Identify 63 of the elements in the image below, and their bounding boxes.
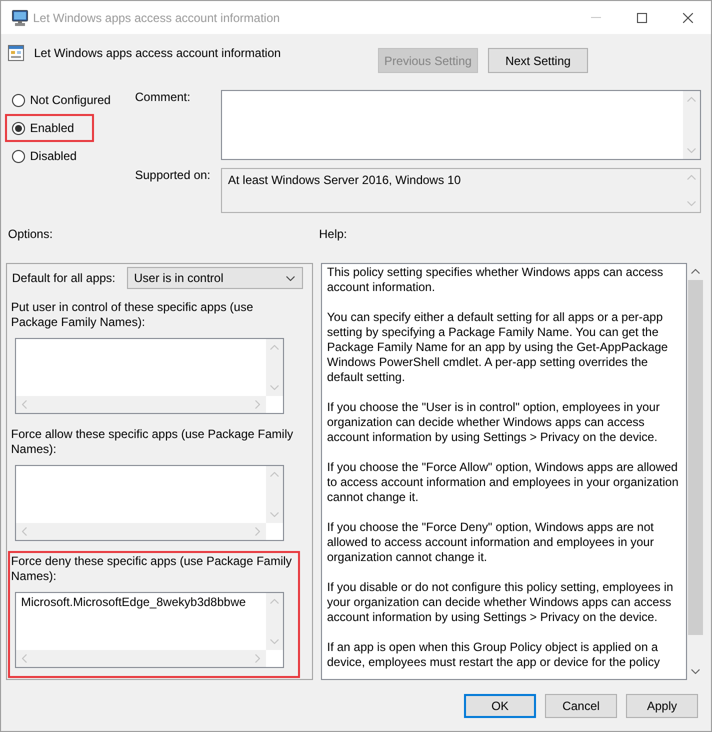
help-paragraph: If you disable or do not configure this policy setting, employees in your organization can decide whether Windows apps can access account information by using Settings > Privacy on the device. bbox=[327, 580, 674, 625]
scroll-down-icon bbox=[270, 512, 279, 517]
scroll-up-icon bbox=[270, 345, 279, 350]
field-value: Microsoft.MicrosoftEdge_8wekyb3d8bbwe bbox=[20, 594, 247, 611]
help-paragraph: If you choose the "Force Allow" option, Windows apps are allowed to access account information and employees in your organization cannot change it. bbox=[327, 460, 680, 505]
scroll-down-icon bbox=[690, 669, 700, 674]
setting-title: Let Windows apps access account information bbox=[34, 46, 281, 60]
scroll-down-icon bbox=[270, 639, 279, 644]
section-label: Options: bbox=[7, 227, 54, 242]
section-label: Help: bbox=[319, 227, 348, 242]
next-button[interactable]: Next Setting bbox=[488, 48, 588, 73]
field-value: At least Windows Server 2016, Windows 10 bbox=[227, 172, 462, 189]
scroll-right-icon bbox=[255, 654, 260, 663]
window-title: Let Windows apps access account information bbox=[33, 10, 280, 24]
help-paragraph: This policy setting specifies whether Windows apps can access account information. bbox=[327, 265, 664, 295]
ok-button[interactable]: OK bbox=[464, 694, 536, 718]
list-text-area[interactable]: Microsoft.MicrosoftEdge_8wekyb3d8bbwe bbox=[15, 592, 284, 668]
comment-field[interactable] bbox=[221, 90, 701, 160]
computer-icon bbox=[12, 10, 28, 26]
close-icon bbox=[683, 12, 693, 22]
scroll-left-icon bbox=[22, 654, 27, 663]
field-label: Supported on: bbox=[135, 168, 212, 184]
list-text-area[interactable] bbox=[15, 338, 284, 414]
maximize-icon bbox=[637, 12, 647, 22]
list-text-area[interactable] bbox=[15, 465, 284, 541]
help-paragraph: If you choose the "User is in control" option, employees in your organization can decide whether Windows apps can access account information by using Settings > Privacy on the device. bbox=[327, 400, 661, 445]
apply-button[interactable]: Apply bbox=[626, 694, 698, 718]
scroll-down-icon bbox=[687, 148, 696, 153]
radio-option[interactable]: Disabled bbox=[12, 149, 77, 163]
dropdown[interactable]: User is in control bbox=[127, 267, 303, 289]
help-paragraph: If you choose the "Force Deny" option, Windows apps are not allowed to access account information and employees in your organization cannot change it. bbox=[327, 520, 655, 565]
scroll-up-icon bbox=[690, 269, 700, 274]
help-paragraph: You can specify either a default setting for all apps or a per-app setting by specifying a Package Family Name. You can get the Package Family Name for an app by using the Get-AppPackage Windows PowerShell cmdlet. A per-app setting overrides the default setting. bbox=[327, 310, 669, 385]
scrollbar[interactable] bbox=[16, 523, 266, 540]
help-paragraph: If an app is open when this Group Policy object is applied on a device, employees must restart the app or device for the policy bbox=[327, 640, 661, 670]
form-icon bbox=[8, 44, 24, 60]
radio-option[interactable]: Not Configured bbox=[12, 93, 111, 107]
scrollbar[interactable] bbox=[266, 339, 283, 396]
caret-icon bbox=[286, 276, 295, 280]
field-label: Default for all apps: bbox=[12, 271, 116, 285]
scroll-up-icon bbox=[687, 175, 696, 180]
scroll-left-icon bbox=[22, 400, 27, 409]
scrollbar[interactable] bbox=[16, 650, 266, 667]
scrollbar[interactable] bbox=[16, 396, 266, 413]
scroll-down-icon bbox=[687, 201, 696, 206]
field-label: Force allow these specific apps (use Package Family Names): bbox=[11, 427, 294, 457]
scroll-left-icon bbox=[22, 527, 27, 536]
scroll-down-icon bbox=[270, 385, 279, 390]
scroll-up-icon bbox=[687, 97, 696, 102]
field-label: Force deny these specific apps (use Package Family Names): bbox=[11, 554, 293, 584]
scrollbar[interactable] bbox=[683, 91, 700, 159]
scroll-up-icon bbox=[270, 472, 279, 477]
cancel-button[interactable]: Cancel bbox=[545, 694, 617, 718]
minimize-icon bbox=[591, 17, 601, 18]
scrollbar[interactable] bbox=[266, 593, 283, 650]
scroll-up-icon bbox=[270, 599, 279, 604]
radio-option[interactable]: Enabled bbox=[12, 121, 74, 135]
field-label: Comment: bbox=[135, 90, 192, 106]
scroll-thumb[interactable] bbox=[688, 280, 702, 635]
scroll-right-icon bbox=[255, 527, 260, 536]
scrollbar[interactable] bbox=[266, 466, 283, 523]
field-label: Put user in control of these specific apps (use Package Family Names): bbox=[11, 300, 254, 330]
scroll-right-icon bbox=[255, 400, 260, 409]
